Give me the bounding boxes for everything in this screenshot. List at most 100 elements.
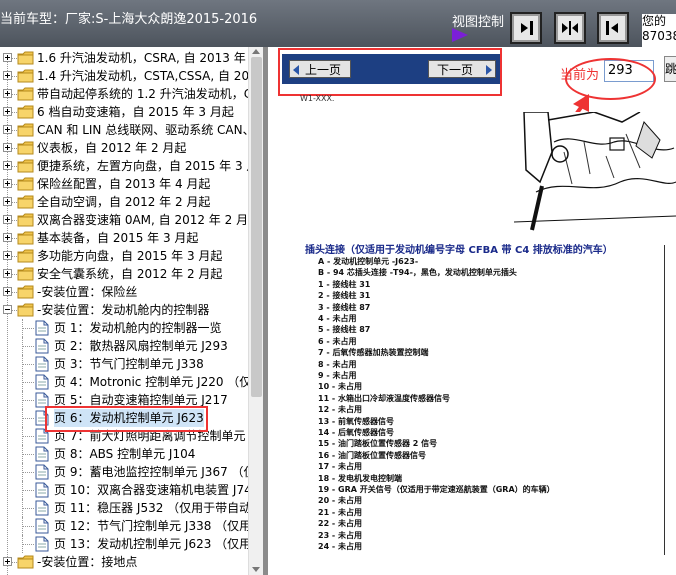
expand-icon[interactable] xyxy=(3,71,12,80)
tree-folder-item[interactable]: 全自动空调，自 2012 年 2 月起 xyxy=(0,193,248,211)
tree-branch-line xyxy=(22,364,34,365)
tree-folder-item[interactable]: 双离合器变速箱 0AM, 自 2012 年 2 月起 xyxy=(0,211,248,229)
pin-line: 3 - 接线柱 87 xyxy=(318,302,371,312)
tree-item-label: 页 3：节气门控制单元 J338 xyxy=(54,357,204,371)
pin-line: 4 - 未占用 xyxy=(318,314,357,323)
tree-page-item[interactable]: 页 2：散热器风扇控制单元 J293 xyxy=(0,337,248,355)
tree-branch-line xyxy=(22,400,34,401)
folder-icon xyxy=(17,69,35,83)
tree-folder-item[interactable]: 保险丝配置，自 2013 年 4 月起 xyxy=(0,175,248,193)
expand-icon[interactable] xyxy=(3,251,12,260)
expand-icon[interactable] xyxy=(3,233,12,242)
tree-page-item[interactable]: 页 4：Motronic 控制单元 J220 （仅适 xyxy=(0,373,248,391)
pin-line: 1 - 接线柱 31 xyxy=(318,279,371,289)
tree-branch-line xyxy=(22,490,34,491)
tree-item-label: -安装位置：保险丝 xyxy=(37,285,138,299)
folder-open-icon xyxy=(17,303,35,317)
collapse-icon[interactable] xyxy=(3,305,12,314)
tree-folder-item[interactable]: CAN 和 LIN 总线联网、驱动系统 CAN、诊断 xyxy=(0,121,248,139)
pin-line: 14 - 后氧传感器信号 xyxy=(318,428,395,437)
collapse-left-button[interactable] xyxy=(597,12,629,44)
pin-line: 11 - 水箱出口冷却液温度传感器信号 xyxy=(318,393,451,403)
expand-icon[interactable] xyxy=(3,215,12,224)
tree-item-label: 1.6 升汽油发动机，CSRA, 自 2013 年 4 月起 xyxy=(37,51,248,65)
pin-line: 21 - 未占用 xyxy=(318,507,363,517)
tree-page-item[interactable]: 页 1：发动机舱内的控制器一览 xyxy=(0,319,248,337)
panel-left-arrow-icon xyxy=(606,21,618,35)
expand-icon[interactable] xyxy=(3,107,12,116)
tree-item-label: 全自动空调，自 2012 年 2 月起 xyxy=(37,195,211,209)
pin-line: 5 - 接线柱 87 xyxy=(318,325,371,335)
tree-item-label: 页 9：蓄电池监控控制单元 J367 （仅用 xyxy=(54,465,249,479)
tree-page-item[interactable]: 页 9：蓄电池监控控制单元 J367 （仅用 xyxy=(0,463,248,481)
tree-folder-item[interactable]: 带自动起停系统的 1.2 升汽油发动机，CYA xyxy=(0,85,248,103)
tree-folder-item[interactable]: 1.4 升汽油发动机，CSTA,CSSA, 自 2015 年 xyxy=(0,67,248,85)
expand-icon[interactable] xyxy=(3,161,12,170)
tree-branch-line xyxy=(22,472,34,473)
pin-line: 2 - 接线柱 31 xyxy=(318,291,371,301)
next-page-button[interactable]: 下一页 xyxy=(428,60,496,78)
pin-line: 22 - 未占用 xyxy=(318,519,363,529)
expand-icon[interactable] xyxy=(3,287,12,296)
tree-folder-item[interactable]: 仪表板，自 2012 年 2 月起 xyxy=(0,139,248,157)
tree-page-item[interactable]: 页 10：双离合器变速箱机电装置 J743 xyxy=(0,481,248,499)
expand-icon[interactable] xyxy=(3,197,12,206)
tree-item-label: 页 12：节气门控制单元 J338 （仅用于 xyxy=(54,519,249,533)
pin-line: 10 - 未占用 xyxy=(318,382,363,392)
tree-item-label: 页 8：ABS 控制单元 J104 xyxy=(54,447,196,461)
collapse-right-button[interactable] xyxy=(510,12,542,44)
tree-item-label: 带自动起停系统的 1.2 升汽油发动机，CYA xyxy=(37,87,249,101)
tree-folder-item[interactable]: 多功能方向盘，自 2015 年 3 月起 xyxy=(0,247,248,265)
tree-item-label: 保险丝配置，自 2013 年 4 月起 xyxy=(37,177,211,191)
tree-branch-line xyxy=(22,526,34,527)
tree-folder-item[interactable]: 基本装备，自 2015 年 3 月起 xyxy=(0,229,248,247)
tree-page-item[interactable]: 页 11：稳压器 J532 （仅用于带自动起 xyxy=(0,499,248,517)
scrollbar-thumb[interactable] xyxy=(251,57,262,397)
expand-icon[interactable] xyxy=(3,269,12,278)
tree-folder-item[interactable]: -安装位置：保险丝 xyxy=(0,283,248,301)
connector-diagram xyxy=(514,112,676,232)
tree-folder-item[interactable]: 1.6 升汽油发动机，CSRA, 自 2013 年 4 月起 xyxy=(0,49,248,67)
page-border-line xyxy=(664,245,665,555)
tree-page-item[interactable]: 页 13：发动机控制单元 J623 （仅用于 xyxy=(0,535,248,553)
tree-page-item[interactable]: 页 8：ABS 控制单元 J104 xyxy=(0,445,248,463)
tree-folder-item[interactable]: -安装位置：接地点 xyxy=(0,553,248,571)
tree-scrollbar[interactable] xyxy=(248,47,264,575)
scroll-down-icon[interactable] xyxy=(252,567,260,572)
tree-folder-item[interactable]: -安装位置：发动机舱内的控制器 xyxy=(0,301,248,319)
tree-page-item[interactable]: 页 12：节气门控制单元 J338 （仅用于 xyxy=(0,517,248,535)
split-view-button[interactable] xyxy=(554,12,586,44)
pin-line: 16 - 油门踏板位置传感器信号 xyxy=(318,450,427,460)
expand-icon[interactable] xyxy=(3,143,12,152)
tree-folder-item[interactable]: 6 档自动变速箱，自 2015 年 3 月起 xyxy=(0,103,248,121)
folder-icon xyxy=(17,285,35,299)
pin-line: 18 - 发电机发电控制端 xyxy=(318,473,403,483)
expand-icon[interactable] xyxy=(3,557,12,566)
pin-line: 7 - 后氧传感器加热装置控制端 xyxy=(318,348,429,358)
scroll-up-icon[interactable] xyxy=(252,49,260,54)
pin-line: 20 - 未占用 xyxy=(318,496,363,506)
expand-icon[interactable] xyxy=(3,89,12,98)
pin-line: 8 - 未占用 xyxy=(318,359,357,369)
pin-line: 24 - 未占用 xyxy=(318,542,363,551)
tree-branch-line xyxy=(22,328,34,329)
pin-line: 23 - 未占用 xyxy=(318,530,363,540)
page-icon xyxy=(35,356,49,372)
expand-icon[interactable] xyxy=(3,125,12,134)
folder-icon xyxy=(17,123,35,137)
jump-button[interactable]: 跳 xyxy=(664,56,676,82)
prev-page-button[interactable]: 上一页 xyxy=(289,60,351,78)
tree-item-label: 1.4 升汽油发动机，CSTA,CSSA, 自 2015 年 xyxy=(37,69,249,83)
tree-item-label: 6 档自动变速箱，自 2015 年 3 月起 xyxy=(37,105,234,119)
tree-folder-item[interactable]: 安全气囊系统，自 2012 年 2 月起 xyxy=(0,265,248,283)
tree-folder-item[interactable]: 便捷系统，左置方向盘，自 2015 年 3 月起 xyxy=(0,157,248,175)
page-icon xyxy=(35,374,49,390)
tree-branch-line xyxy=(22,544,34,545)
tree-branch-line xyxy=(22,418,34,419)
pin-line: A - 发动机控制单元 -J623- xyxy=(318,257,419,266)
tree-page-item[interactable]: 页 3：节气门控制单元 J338 xyxy=(0,355,248,373)
expand-icon[interactable] xyxy=(3,53,12,62)
pin-line: 13 - 前氧传感器信号 xyxy=(318,416,395,426)
folder-icon xyxy=(17,87,35,101)
expand-icon[interactable] xyxy=(3,179,12,188)
